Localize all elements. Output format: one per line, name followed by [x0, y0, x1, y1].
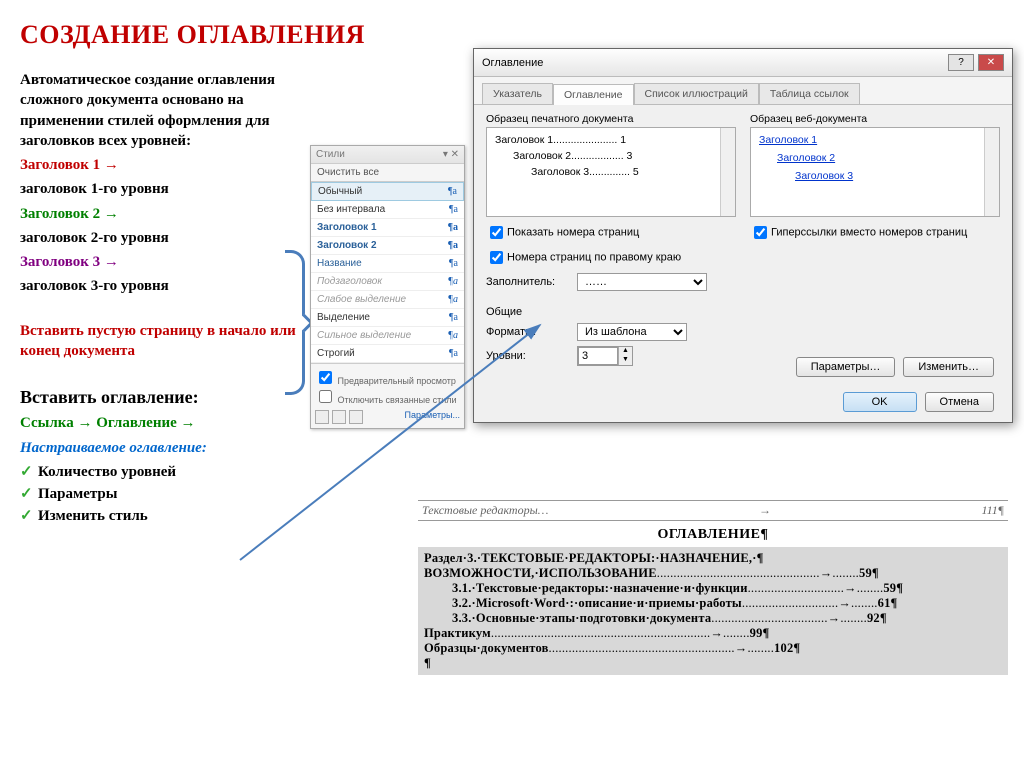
scrollbar[interactable]: [984, 128, 999, 216]
style-level-desc: заголовок 3-го уровня: [20, 276, 310, 296]
style-list-item[interactable]: Выделение¶a: [311, 309, 464, 327]
toc-dialog: Оглавление ? ✕ УказательОглавлениеСписок…: [473, 48, 1013, 423]
style-list-item[interactable]: Без интервала¶a: [311, 201, 464, 219]
dialog-tab[interactable]: Таблица ссылок: [759, 83, 860, 104]
dialog-tab[interactable]: Оглавление: [553, 84, 634, 105]
result-toc-line: 3.3.·Основные·этапы·подготовки·документа…: [424, 611, 1002, 626]
option-item: Параметры: [38, 484, 310, 504]
style-level: Заголовок 2 →: [20, 204, 310, 224]
style-level: Заголовок 3 →: [20, 252, 310, 272]
insert-blank-page: Вставить пустую страницу в начало или ко…: [20, 321, 310, 362]
curly-brace: [285, 250, 305, 395]
filler-select[interactable]: ……: [577, 273, 707, 291]
styles-pane: Стили ▾ ✕ Очистить все Обычный¶aБез инте…: [310, 145, 465, 429]
result-toc-line: Практикум...............................…: [424, 626, 1002, 641]
option-item: Изменить стиль: [38, 506, 310, 526]
style-list-item[interactable]: Строгий¶a: [311, 345, 464, 363]
preview-toc-line: Заголовок 1...................... 1: [495, 134, 727, 146]
style-list-item[interactable]: Подзаголовок¶a: [311, 273, 464, 291]
option-item: Количество уровней: [38, 462, 310, 482]
left-instructions: Автоматическое создание оглавления сложн…: [20, 70, 310, 531]
intro-text: Автоматическое создание оглавления сложн…: [20, 70, 310, 151]
customizable-toc: Настраиваемое оглавление:: [20, 438, 310, 458]
preview-web-link[interactable]: Заголовок 3: [759, 170, 991, 182]
style-list-item[interactable]: Сильное выделение¶a: [311, 327, 464, 345]
spin-up-icon[interactable]: ▲: [618, 347, 632, 356]
help-button[interactable]: ?: [948, 54, 974, 71]
right-align-checkbox[interactable]: Номера страниц по правому краю: [486, 248, 736, 267]
cancel-button[interactable]: Отмена: [925, 392, 994, 412]
result-toc-line: Раздел·3.·ТЕКСТОВЫЕ·РЕДАКТОРЫ:·НАЗНАЧЕНИ…: [424, 551, 1002, 566]
preview-web-link[interactable]: Заголовок 2: [759, 152, 991, 164]
style-list-item[interactable]: Название¶a: [311, 255, 464, 273]
result-toc-line: 3.2.·Microsoft·Word·:·описание·и·приемы·…: [424, 596, 1002, 611]
formats-label: Форматы:: [486, 326, 571, 338]
style-list-item[interactable]: Обычный¶a: [311, 182, 464, 201]
styles-params-link[interactable]: Параметры...: [405, 410, 460, 424]
levels-label: Уровни:: [486, 350, 571, 362]
result-toc-title: ОГЛАВЛЕНИЕ¶: [418, 527, 1008, 543]
filler-label: Заполнитель:: [486, 276, 571, 288]
style-level-desc: заголовок 1-го уровня: [20, 179, 310, 199]
inspector-icon[interactable]: [332, 410, 346, 424]
dialog-tabs: УказательОглавлениеСписок иллюстрацийТаб…: [474, 77, 1012, 105]
clear-all-link[interactable]: Очистить все: [311, 164, 464, 182]
modify-button[interactable]: Изменить…: [903, 357, 994, 377]
manage-styles-icon[interactable]: [349, 410, 363, 424]
levels-spinner[interactable]: ▲▼: [577, 346, 633, 366]
header-field-left: Текстовые редакторы…: [422, 503, 548, 518]
style-list-item[interactable]: Заголовок 1¶a: [311, 219, 464, 237]
dialog-tab[interactable]: Указатель: [482, 83, 553, 104]
styles-pane-footer: Предварительный просмотр Отключить связа…: [311, 363, 464, 428]
preview-checkbox[interactable]: Предварительный просмотр: [315, 368, 460, 387]
style-list-item[interactable]: Слабое выделение¶a: [311, 291, 464, 309]
formats-select[interactable]: Из шаблона: [577, 323, 687, 341]
close-button[interactable]: ✕: [978, 54, 1004, 71]
hyperlinks-checkbox[interactable]: Гиперссылки вместо номеров страниц: [750, 223, 1000, 242]
general-section-label: Общие: [486, 306, 1000, 318]
show-pages-checkbox[interactable]: Показать номера страниц: [486, 223, 736, 242]
preview-toc-line: Заголовок 3.............. 5: [495, 166, 727, 178]
generated-toc-sample: Текстовые редакторы… → 111¶ ОГЛАВЛЕНИЕ¶ …: [418, 500, 1008, 675]
scrollbar[interactable]: [720, 128, 735, 216]
insert-toc-heading: Вставить оглавление:: [20, 385, 310, 409]
style-list-item[interactable]: Заголовок 2¶a: [311, 237, 464, 255]
style-level: Заголовок 1 →: [20, 155, 310, 175]
preview-toc-line: Заголовок 2.................. 3: [495, 150, 727, 162]
dialog-titlebar: Оглавление ? ✕: [474, 49, 1012, 77]
header-field-right: 111¶: [982, 503, 1005, 518]
disable-linked-checkbox[interactable]: Отключить связанные стили: [315, 387, 460, 406]
spin-down-icon[interactable]: ▼: [618, 356, 632, 365]
menu-path: Ссылка → Оглавление →: [20, 413, 310, 433]
result-toc-line: 3.1.·Текстовые·редакторы:·назначение·и·ф…: [424, 581, 1002, 596]
print-preview: Заголовок 1...................... 1 Загол…: [486, 127, 736, 217]
styles-pane-header: Стили ▾ ✕: [311, 146, 464, 164]
ok-button[interactable]: OK: [843, 392, 917, 412]
dialog-tab[interactable]: Список иллюстраций: [634, 83, 759, 104]
new-style-icon[interactable]: [315, 410, 329, 424]
result-toc-line: ¶: [424, 656, 1002, 671]
preview-web-link[interactable]: Заголовок 1: [759, 134, 991, 146]
result-toc-line: Образцы·документов......................…: [424, 641, 1002, 656]
result-toc-line: ВОЗМОЖНОСТИ,·ИСПОЛЬЗОВАНИЕ..............…: [424, 566, 1002, 581]
params-button[interactable]: Параметры…: [796, 357, 896, 377]
page-title: СОЗДАНИЕ ОГЛАВЛЕНИЯ: [20, 20, 1004, 50]
style-level-desc: заголовок 2-го уровня: [20, 228, 310, 248]
web-preview: Заголовок 1 Заголовок 2 Заголовок 3: [750, 127, 1000, 217]
print-preview-label: Образец печатного документа: [486, 113, 736, 125]
web-preview-label: Образец веб-документа: [750, 113, 1000, 125]
options-list: Количество уровнейПараметрыИзменить стил…: [20, 462, 310, 527]
